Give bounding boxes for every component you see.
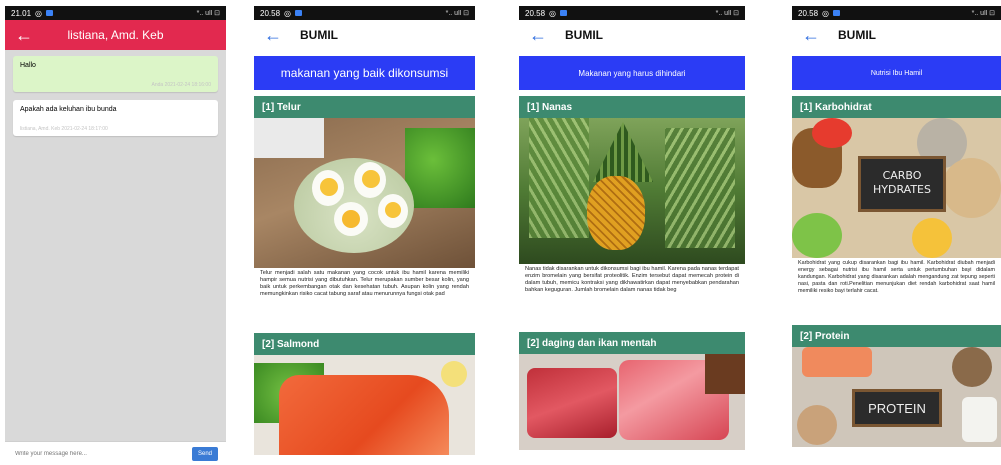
my-message-bubble[interactable]: Hallo Anda 2021-02-24 18:16:00 (13, 56, 218, 92)
chalkboard-line-1: CARBO (882, 169, 922, 182)
back-arrow-icon[interactable]: ← (264, 26, 286, 44)
category-banner: Nutrisi Ibu Hamil (792, 56, 1001, 90)
status-bar: 20.58 ◎ *.. ull ⊡ (519, 6, 745, 20)
chat-title: listiana, Amd. Keb (67, 28, 164, 42)
banner-text: makanan yang baik dikonsumsi (280, 66, 449, 80)
received-message-bubble[interactable]: Apakah ada keluhan ibu bunda listiana, A… (13, 100, 218, 136)
signal-battery-icon: *.. ull ⊡ (445, 10, 469, 17)
section-title: [2] daging dan ikan mentah (527, 337, 657, 349)
status-time: 20.58 (798, 8, 819, 18)
whatsapp-status-icon: ◎ (284, 8, 292, 18)
page-title: BUMIL (565, 28, 603, 42)
message-composer: Send (5, 441, 226, 465)
send-button[interactable]: Send (191, 446, 218, 461)
protein-chalkboard: PROTEIN (852, 389, 942, 427)
protein-image: PROTEIN (792, 347, 1001, 447)
nutrition-description: Karbohidrat yang cukup disarankan bagi i… (798, 260, 995, 294)
status-time: 20.58 (260, 8, 281, 18)
section-title: [2] Salmond (262, 338, 320, 350)
whatsapp-status-icon: ◎ (549, 8, 557, 18)
back-arrow-icon[interactable]: ← (529, 26, 551, 44)
notification-icon (560, 10, 568, 16)
section-header-salmond[interactable]: [2] Salmond (254, 333, 475, 355)
section-header-daging[interactable]: [2] daging dan ikan mentah (519, 332, 745, 354)
status-time: 20.58 (525, 8, 546, 18)
section-title: [1] Telur (262, 101, 301, 113)
section-header-protein[interactable]: [2] Protein (792, 325, 1001, 347)
chat-header: ← listiana, Amd. Keb (5, 20, 226, 50)
status-bar: 20.58 ◎ *.. ull ⊡ (254, 6, 475, 20)
banner-text: Makanan yang harus dihindari (578, 68, 686, 78)
app-header: ← BUMIL (254, 20, 475, 50)
chat-messages: Hallo Anda 2021-02-24 18:16:00 Apakah ad… (5, 50, 226, 465)
signal-battery-icon: *.. ull ⊡ (196, 10, 220, 17)
food-description: Nanas tidak disarankan untuk dikonsumsi … (525, 266, 739, 293)
food-description: Telur menjadi salah satu makanan yang co… (260, 270, 469, 297)
raw-meat-image (519, 354, 745, 450)
section-header-nanas[interactable]: [1] Nanas (519, 96, 745, 118)
section-title: [1] Nanas (527, 101, 573, 113)
app-header: ← BUMIL (792, 20, 1001, 50)
chat-screen: 21.01 ◎ *.. ull ⊡ ← listiana, Amd. Keb H… (5, 6, 226, 465)
avoid-food-screen: 20.58 ◎ *.. ull ⊡ ← BUMIL Makanan yang h… (519, 6, 745, 465)
message-input[interactable] (13, 449, 192, 458)
message-text: Hallo (20, 62, 36, 69)
message-meta: listiana, Amd. Keb 2021-02-24 18:17:00 (20, 126, 108, 132)
egg-image (254, 118, 475, 268)
nutrition-screen: 20.58 ◎ *.. ull ⊡ ← BUMIL Nutrisi Ibu Ha… (792, 6, 1001, 465)
app-header: ← BUMIL (519, 20, 745, 50)
category-banner: Makanan yang harus dihindari (519, 56, 745, 90)
back-arrow-icon[interactable]: ← (802, 26, 824, 44)
message-meta: Anda 2021-02-24 18:16:00 (151, 82, 212, 88)
chalkboard-line-2: HYDRATES (873, 183, 931, 196)
category-banner: makanan yang baik dikonsumsi (254, 56, 475, 90)
back-arrow-icon[interactable]: ← (15, 26, 37, 44)
status-bar: 20.58 ◎ *.. ull ⊡ (792, 6, 1001, 20)
page-title: BUMIL (300, 28, 338, 42)
section-header-karbohidrat[interactable]: [1] Karbohidrat (792, 96, 1001, 118)
pineapple-image (519, 118, 745, 264)
section-title: [1] Karbohidrat (800, 101, 872, 113)
chalkboard-text: PROTEIN (868, 400, 926, 416)
banner-text: Nutrisi Ibu Hamil (870, 69, 923, 77)
message-text: Apakah ada keluhan ibu bunda (20, 106, 117, 113)
section-title: [2] Protein (800, 330, 850, 342)
signal-battery-icon: *.. ull ⊡ (715, 10, 739, 17)
notification-icon (833, 10, 841, 16)
whatsapp-status-icon: ◎ (822, 8, 830, 18)
notification-icon (295, 10, 303, 16)
status-bar: 21.01 ◎ *.. ull ⊡ (5, 6, 226, 20)
carbohydrates-image: CARBO HYDRATES (792, 118, 1001, 258)
good-food-screen: 20.58 ◎ *.. ull ⊡ ← BUMIL makanan yang b… (254, 6, 475, 465)
signal-battery-icon: *.. ull ⊡ (971, 10, 995, 17)
page-title: BUMIL (838, 28, 876, 42)
salmon-image (254, 355, 475, 455)
carbohydrates-chalkboard: CARBO HYDRATES (858, 156, 946, 212)
section-header-telur[interactable]: [1] Telur (254, 96, 475, 118)
status-time: 21.01 (11, 8, 32, 18)
whatsapp-status-icon: ◎ (35, 8, 43, 18)
notification-icon (46, 10, 54, 16)
